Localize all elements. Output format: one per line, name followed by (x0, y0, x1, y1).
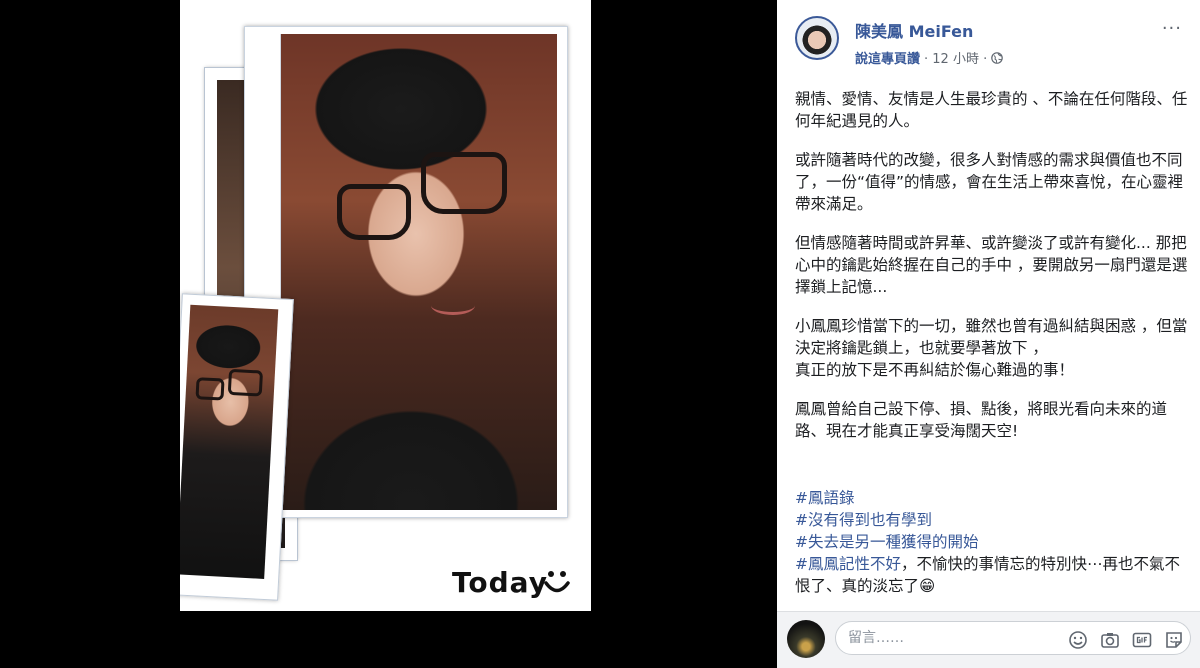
hashtag-link[interactable]: #沒有得到也有學到 (795, 509, 1189, 531)
post-paragraph: 親情、愛情、友情是人生最珍貴的 、不論在任何階段、任何年紀遇見的人。 (795, 90, 1188, 130)
today-caption: Today (452, 566, 548, 599)
hashtag-list: #鳳語錄 #沒有得到也有學到 #失去是另一種獲得的開始 #鳳鳳記性不好，不愉快的… (795, 487, 1189, 597)
main-selfie-image (280, 34, 557, 510)
more-options-button[interactable]: ··· (1162, 18, 1182, 39)
small-glasses-lens-right (227, 368, 264, 397)
hashtag-link[interactable]: #鳳語錄 (795, 487, 1189, 509)
comment-tools (1068, 630, 1184, 650)
post-paragraph: 小鳳鳳珍惜當下的一切，雖然也曾有過糾結與困惑 ，但當決定將鑰匙鎖上，也就要學著放… (795, 317, 1188, 379)
emoji-icon[interactable] (1068, 630, 1088, 650)
glasses-lens-right (421, 152, 507, 214)
smiley-icon (544, 571, 570, 593)
author-name-link[interactable]: 陳美鳳 MeiFen (855, 18, 973, 42)
comment-bar: 留言…… (777, 611, 1200, 668)
post-timestamp[interactable]: · 12 小時 · (924, 48, 987, 67)
post-meta: 說這專頁讚 · 12 小時 · (855, 48, 1004, 67)
hashtag-line: #鳳鳳記性不好，不愉快的事情忘的特別快⋯再也不氣不恨了、真的淡忘了😁 (795, 553, 1189, 597)
camera-icon[interactable] (1100, 630, 1120, 650)
sticker-icon[interactable] (1164, 630, 1184, 650)
post-paragraph: 鳳鳳曾給自己設下停、損、點後，將眼光看向未來的道路、現在才能真正享受海闊天空! (795, 400, 1168, 440)
post-text: 親情、愛情、友情是人生最珍貴的 、不論在任何階段、任何年紀遇見的人。 或許隨著時… (795, 88, 1189, 459)
author-avatar[interactable] (795, 16, 839, 60)
hashtag-link[interactable]: #鳳鳳記性不好 (795, 555, 901, 573)
small-photo-frame (180, 293, 294, 601)
small-selfie-image (180, 304, 279, 579)
post-photo[interactable]: Today (180, 0, 591, 611)
gif-icon[interactable] (1132, 630, 1152, 650)
post-paragraph: 或許隨著時代的改變，很多人對情感的需求與價值也不同了，一份“值得”的情感，會在生… (795, 151, 1184, 213)
viewer-avatar (787, 620, 825, 658)
post-panel: 陳美鳳 MeiFen 說這專頁讚 · 12 小時 · ··· 親情、愛情、友情是… (777, 0, 1200, 668)
glasses-lens-left (337, 184, 411, 240)
smile (431, 296, 475, 315)
post-paragraph: 但情感隨著時間或許昇華、或許變淡了或許有變化... 那把心中的鑰匙始終握在自己的… (795, 234, 1188, 296)
globe-icon (991, 51, 1004, 64)
hashtag-link[interactable]: #失去是另一種獲得的開始 (795, 531, 1189, 553)
small-glasses-lens-left (195, 377, 225, 401)
page-like-link[interactable]: 說這專頁讚 (855, 48, 920, 67)
